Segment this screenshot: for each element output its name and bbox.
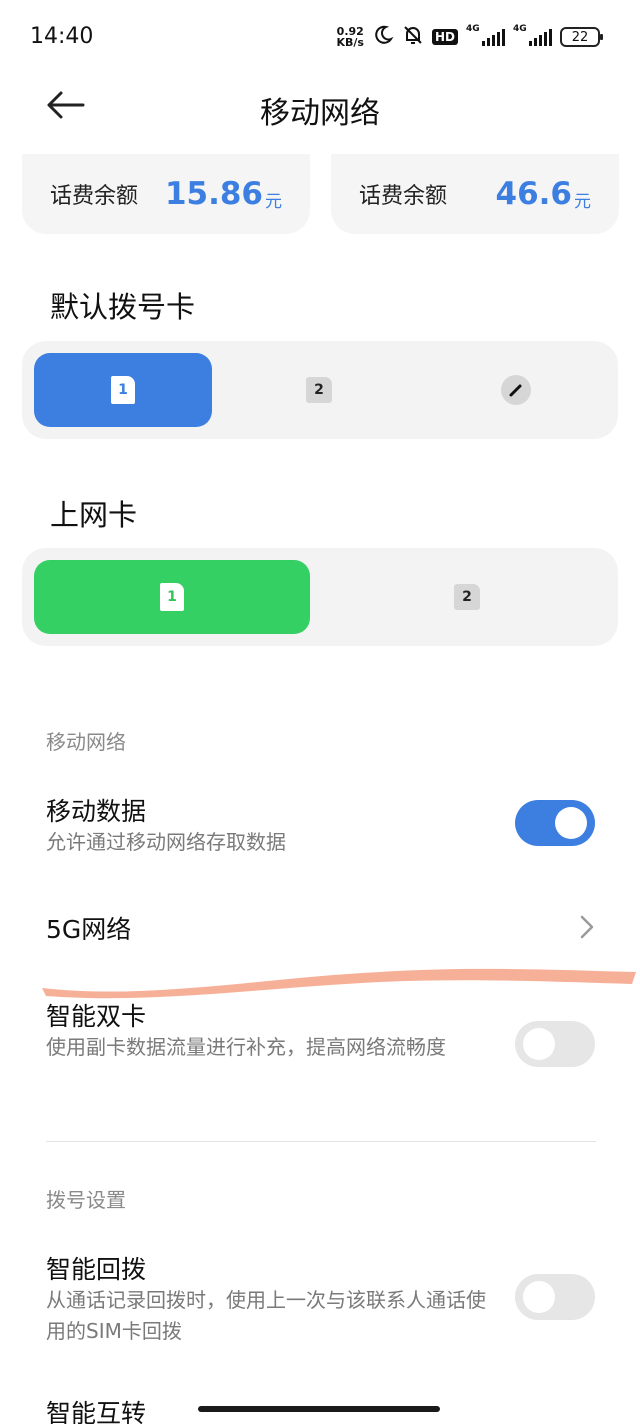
- battery-icon: 22: [560, 27, 603, 47]
- toggle-knob: [523, 1028, 555, 1060]
- data-option-sim2[interactable]: 2: [328, 560, 606, 634]
- signal-icon: 4G: [466, 24, 505, 46]
- battery-level: 22: [571, 29, 589, 45]
- home-indicator[interactable]: [198, 1406, 440, 1412]
- sim-card-icon: 1: [160, 583, 184, 611]
- sim2-network-type: 4G: [513, 24, 527, 34]
- dial-option-ask[interactable]: [426, 353, 606, 427]
- sim1-network-type: 4G: [466, 24, 480, 34]
- bell-off-icon: [402, 24, 424, 50]
- balance-card-sim2[interactable]: 话费余额 46.6 元: [331, 154, 619, 234]
- hd-badge: HD: [431, 29, 458, 45]
- status-icons: 0.92 KB/s HD 4G 4G 22: [337, 22, 603, 52]
- smart-dual-title: 智能双卡: [46, 1002, 147, 1031]
- sim-card-icon: 2: [306, 377, 332, 403]
- net-speed: 0.92 KB/s: [337, 26, 364, 48]
- status-time: 14:40: [30, 24, 94, 49]
- smart-dual-subtitle: 使用副卡数据流量进行补充，提高网络流畅度: [46, 1035, 446, 1059]
- balance-label: 话费余额: [359, 184, 448, 209]
- balance-amount: 46.6: [495, 176, 573, 212]
- toggle-knob: [555, 807, 587, 839]
- mobile-data-subtitle: 允许通过移动网络存取数据: [46, 830, 286, 854]
- net-speed-unit: KB/s: [336, 36, 364, 49]
- default-dial-selector: 1 2: [22, 341, 618, 439]
- balance-unit: 元: [574, 191, 591, 212]
- section-label-dial-settings: 拨号设置: [46, 1188, 126, 1212]
- data-sim-title: 上网卡: [50, 498, 138, 532]
- balance-card-sim1[interactable]: 话费余额 15.86 元: [22, 154, 310, 234]
- default-dial-title: 默认拨号卡: [50, 290, 196, 324]
- status-bar: 14:40 0.92 KB/s HD 4G 4G 22: [0, 0, 640, 72]
- sim-card-icon: 2: [454, 584, 480, 610]
- smart-callback-title: 智能回拨: [46, 1255, 147, 1284]
- signal-icon-sim2: 4G: [513, 24, 552, 46]
- mobile-data-title: 移动数据: [46, 797, 147, 826]
- smart-callback-subtitle: 从通话记录回拨时，使用上一次与该联系人通话使用的SIM卡回拨: [46, 1288, 486, 1343]
- balance-label: 话费余额: [50, 184, 139, 209]
- network-5g-title: 5G网络: [46, 915, 132, 944]
- data-option-sim1[interactable]: 1: [34, 560, 310, 634]
- smart-dual-toggle[interactable]: [515, 1021, 595, 1067]
- section-divider: [46, 1141, 596, 1142]
- toggle-knob: [523, 1281, 555, 1313]
- balance-unit: 元: [265, 191, 282, 212]
- chevron-right-icon: [576, 914, 598, 940]
- smart-callback-toggle[interactable]: [515, 1274, 595, 1320]
- smart-transfer-title: 智能互转: [46, 1399, 147, 1424]
- pencil-icon: [501, 375, 531, 405]
- balance-amount: 15.86: [164, 176, 263, 212]
- sim-card-icon: 1: [111, 376, 135, 404]
- section-label-mobile-network: 移动网络: [46, 730, 126, 754]
- dial-option-sim1[interactable]: 1: [34, 353, 212, 427]
- moon-icon: [372, 24, 394, 50]
- dial-option-sim2[interactable]: 2: [230, 353, 408, 427]
- data-sim-selector: 1 2: [22, 548, 618, 646]
- page-title: 移动网络: [260, 96, 380, 131]
- mobile-data-toggle[interactable]: [515, 800, 595, 846]
